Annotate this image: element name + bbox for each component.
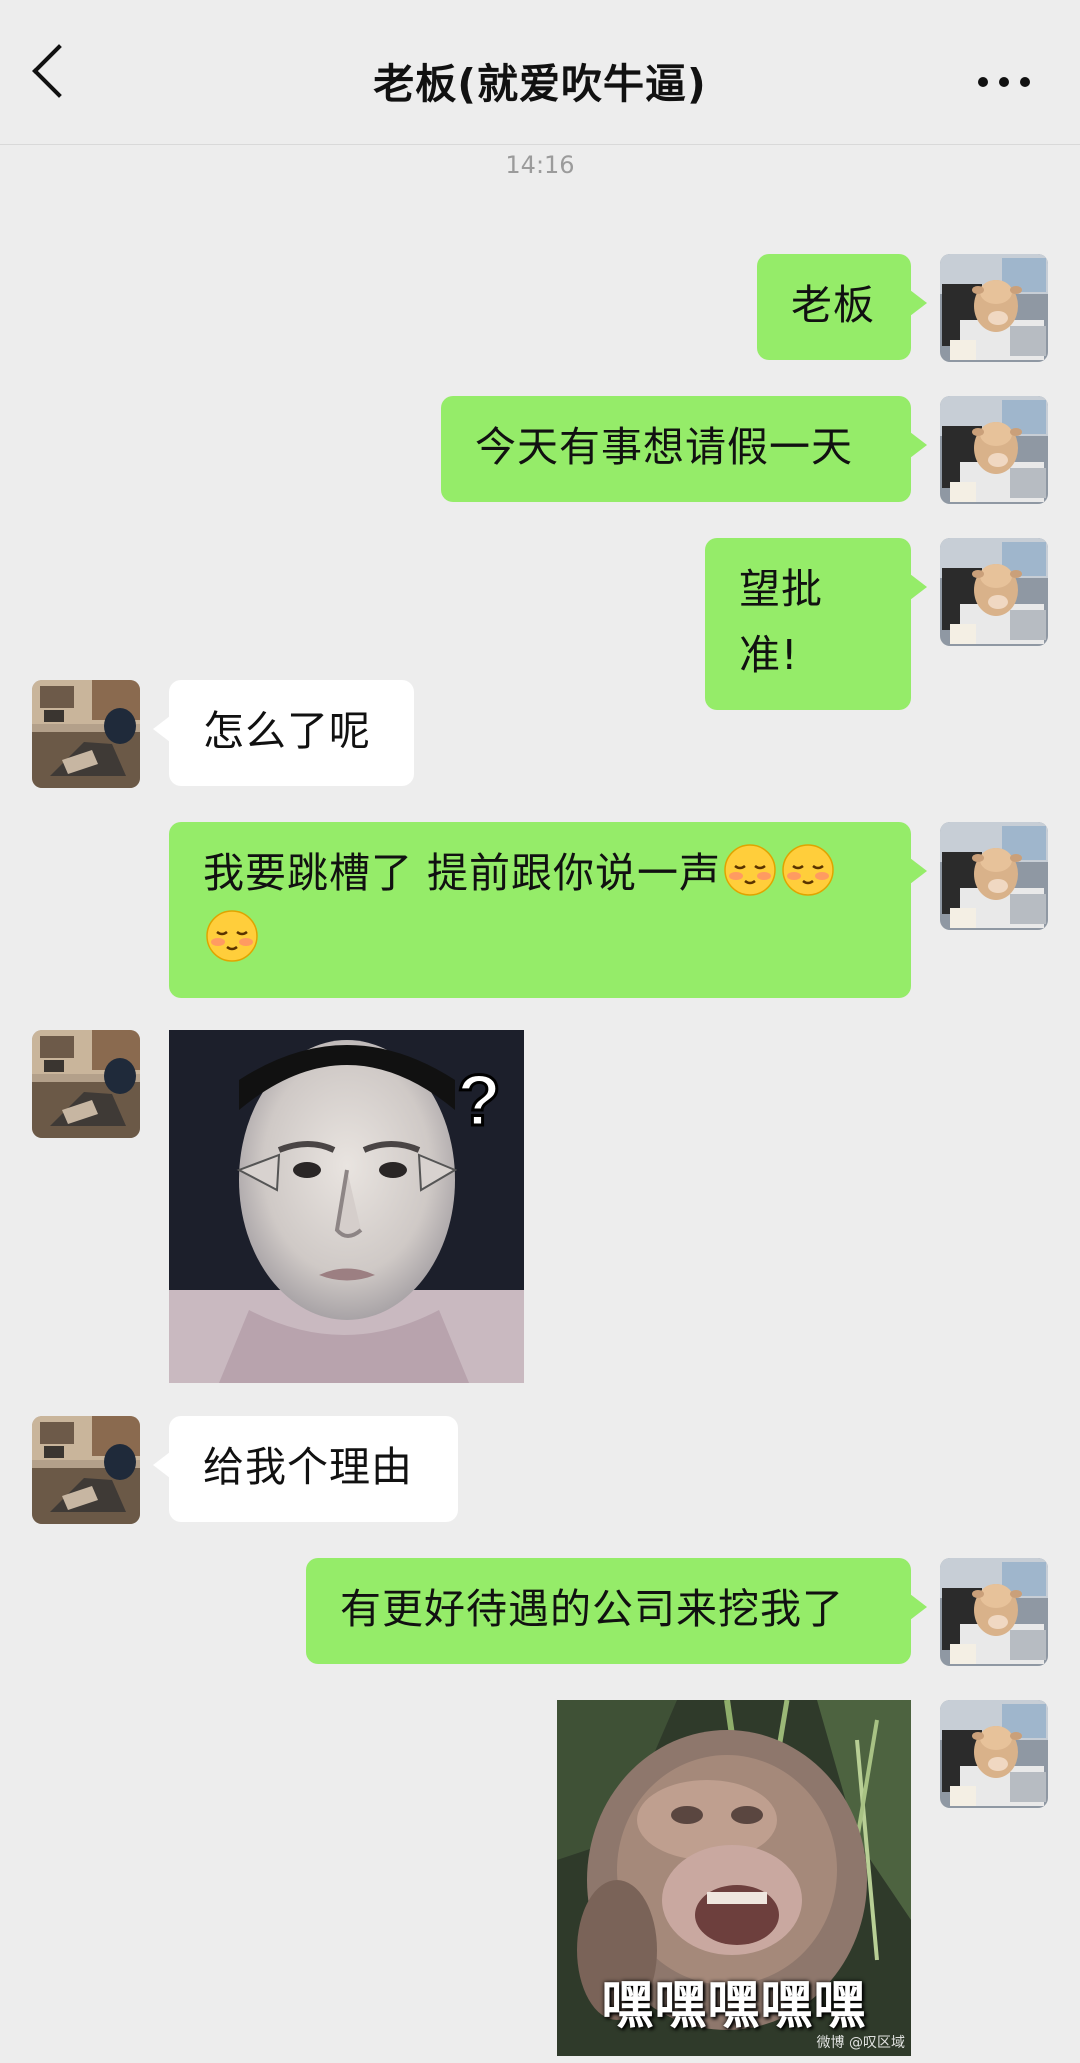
message-timestamp: 14:16 [505, 151, 575, 179]
chat-header: 老板(就爱吹牛逼) [0, 0, 1080, 145]
watermark: 微博 @叹区域 [816, 2035, 905, 2051]
message-bubble-incoming[interactable]: 给我个理由 [153, 1416, 458, 1522]
message-text: 今天有事想请假一天 [475, 423, 853, 471]
blush-emoji-icon [723, 843, 777, 897]
message-bubble-incoming[interactable]: 怎么了呢 [153, 680, 414, 786]
message-bubble-outgoing[interactable]: 有更好待遇的公司来挖我了 [306, 1558, 927, 1664]
more-dots-icon[interactable] [978, 76, 1030, 88]
blush-emoji-icon [205, 909, 259, 963]
blush-emoji-icon [781, 843, 835, 897]
message-text: 老板 [791, 281, 875, 329]
message-text: 给我个理由 [203, 1443, 413, 1491]
message-text: 我要跳槽了 提前跟你说一声 [203, 849, 722, 897]
message-text: 怎么了呢 [203, 707, 371, 755]
sticker-laughing-monkey[interactable]: 嘿嘿嘿嘿嘿 微博 @叹区域 [557, 1700, 911, 2056]
my-avatar[interactable] [940, 254, 1048, 362]
sticker-confused-face[interactable]: ? [169, 1030, 524, 1383]
my-avatar[interactable] [940, 1558, 1048, 1666]
boss-avatar[interactable] [32, 1030, 140, 1138]
message-bubble-outgoing[interactable]: 我要跳槽了 提前跟你说一声 [169, 822, 927, 998]
message-text: 有更好待遇的公司来挖我了 [340, 1585, 844, 1633]
boss-avatar[interactable] [32, 1416, 140, 1524]
my-avatar[interactable] [940, 1700, 1048, 1808]
my-avatar[interactable] [940, 396, 1048, 504]
message-text: 望批准! [739, 565, 823, 679]
question-mark: ? [457, 1061, 501, 1141]
my-avatar[interactable] [940, 822, 1048, 930]
message-bubble-outgoing[interactable]: 老板 [757, 254, 927, 360]
sticker-caption: 嘿嘿嘿嘿嘿 [601, 1976, 867, 2036]
chat-title: 老板(就爱吹牛逼) [373, 60, 707, 108]
message-bubble-outgoing[interactable]: 望批准! [705, 538, 927, 710]
my-avatar[interactable] [940, 538, 1048, 646]
message-bubble-outgoing[interactable]: 今天有事想请假一天 [441, 396, 927, 502]
boss-avatar[interactable] [32, 680, 140, 788]
